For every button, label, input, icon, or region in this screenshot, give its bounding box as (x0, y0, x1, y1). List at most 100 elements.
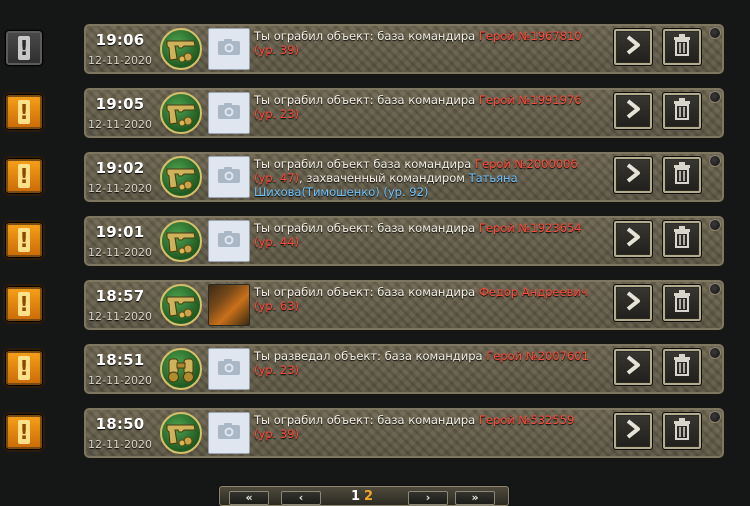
camera-icon (217, 230, 241, 252)
notification-message: Ты ограбил объект: база командира Герой … (254, 221, 596, 249)
pin-icon (709, 91, 721, 103)
delete-button[interactable] (662, 220, 702, 258)
go-to-button[interactable] (613, 92, 653, 130)
mark-read-button[interactable]: ! (5, 286, 43, 322)
go-to-button[interactable] (613, 220, 653, 258)
exclamation-icon: ! (18, 420, 30, 444)
chevron-right-icon (624, 163, 642, 187)
mark-read-button[interactable]: ! (5, 30, 43, 66)
go-to-button[interactable] (613, 28, 653, 66)
avatar[interactable] (208, 412, 250, 454)
pin-icon (709, 283, 721, 295)
exclamation-icon: ! (18, 356, 30, 380)
notification-time: 19:02 (95, 159, 145, 177)
delete-button[interactable] (662, 92, 702, 130)
exclamation-icon: ! (18, 292, 30, 316)
mark-read-button[interactable]: ! (5, 414, 43, 450)
notification-message: Ты ограбил объект: база командира Герой … (254, 413, 596, 441)
notification-row: 18:50 12-11-2020 Ты ограбил объект: база к… (83, 407, 725, 459)
notification-message: Ты разведал объект: база командира Герой… (254, 349, 596, 377)
notification-date: 12-11-2020 (88, 310, 152, 323)
chevron-right-icon (624, 99, 642, 123)
notification-time: 19:01 (95, 223, 145, 241)
delete-button[interactable] (662, 28, 702, 66)
trash-icon (673, 34, 691, 60)
go-to-button[interactable] (613, 348, 653, 386)
delete-button[interactable] (662, 284, 702, 322)
trash-icon (673, 98, 691, 124)
avatar[interactable] (208, 284, 250, 326)
pin-icon (709, 219, 721, 231)
notification-row: 19:06 12-11-2020 Ты ограбил объект: база к… (83, 23, 725, 75)
mark-read-button[interactable]: ! (5, 94, 43, 130)
message-text: Ты ограбил объект: база командира (254, 413, 479, 427)
first-page-button[interactable]: « (229, 491, 269, 505)
chevron-right-icon (624, 355, 642, 379)
binoculars-icon (160, 348, 202, 390)
delete-button[interactable] (662, 412, 702, 450)
avatar[interactable] (208, 92, 250, 134)
pin-icon (709, 411, 721, 423)
exclamation-icon: ! (18, 164, 30, 188)
chevron-right-icon (624, 227, 642, 251)
mark-read-button[interactable]: ! (5, 158, 43, 194)
go-to-button[interactable] (613, 412, 653, 450)
notification-row: 18:57 12-11-2020 Ты ограбил объект: база к… (83, 279, 725, 331)
notification-message: Ты ограбил объект база командира Герой №… (254, 157, 596, 199)
notification-time: 18:57 (95, 287, 145, 305)
last-page-button[interactable]: » (455, 491, 495, 505)
pin-icon (709, 27, 721, 39)
message-text: Ты разведал объект: база командира (254, 349, 487, 363)
camera-icon (217, 422, 241, 444)
pagination: « ‹ 1 2 › » (219, 486, 509, 506)
pistol-icon (160, 220, 202, 262)
chevron-right-icon (624, 419, 642, 443)
chevron-right-icon (624, 35, 642, 59)
go-to-button[interactable] (613, 156, 653, 194)
camera-icon (217, 102, 241, 124)
avatar[interactable] (208, 220, 250, 262)
notification-message: Ты ограбил объект: база командира Федор … (254, 285, 596, 313)
avatar[interactable] (208, 28, 250, 70)
notification-date: 12-11-2020 (88, 118, 152, 131)
notification-time: 18:50 (95, 415, 145, 433)
avatar[interactable] (208, 156, 250, 198)
trash-icon (673, 226, 691, 252)
mark-read-button[interactable]: ! (5, 350, 43, 386)
notification-date: 12-11-2020 (88, 438, 152, 451)
notification-time: 18:51 (95, 351, 145, 369)
exclamation-icon: ! (18, 228, 30, 252)
notification-row: 19:02 12-11-2020 Ты ограбил объект база ко… (83, 151, 725, 203)
delete-button[interactable] (662, 348, 702, 386)
notification-row: 19:05 12-11-2020 Ты ограбил объект: база к… (83, 87, 725, 139)
pistol-icon (160, 156, 202, 198)
notification-message: Ты ограбил объект: база командира Герой … (254, 29, 596, 57)
notification-date: 12-11-2020 (88, 182, 152, 195)
trash-icon (673, 162, 691, 188)
pin-icon (709, 155, 721, 167)
message-text-mid: , захваченный командиром (299, 171, 469, 185)
notification-date: 12-11-2020 (88, 54, 152, 67)
trash-icon (673, 290, 691, 316)
notification-row: 18:51 12-11-2020 Ты разведал объект: база … (83, 343, 725, 395)
prev-page-button[interactable]: ‹ (281, 491, 321, 505)
pistol-icon (160, 412, 202, 454)
pistol-icon (160, 284, 202, 326)
pin-icon (709, 347, 721, 359)
message-text: Ты ограбил объект база командира (254, 157, 475, 171)
notification-time: 19:05 (95, 95, 145, 113)
camera-icon (217, 358, 241, 380)
next-page-button[interactable]: › (408, 491, 448, 505)
go-to-button[interactable] (613, 284, 653, 322)
delete-button[interactable] (662, 156, 702, 194)
notification-message: Ты ограбил объект: база командира Герой … (254, 93, 596, 121)
camera-icon (217, 38, 241, 60)
chevron-right-icon (624, 291, 642, 315)
notification-time: 19:06 (95, 31, 145, 49)
message-text: Ты ограбил объект: база командира (254, 221, 479, 235)
avatar[interactable] (208, 348, 250, 390)
trash-icon (673, 354, 691, 380)
trash-icon (673, 418, 691, 444)
mark-read-button[interactable]: ! (5, 222, 43, 258)
message-text: Ты ограбил объект: база командира (254, 93, 479, 107)
